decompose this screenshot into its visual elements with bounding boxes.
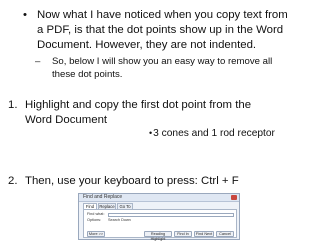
options-value: Search Down bbox=[108, 218, 131, 222]
step-1-line-2: Word Document bbox=[25, 114, 108, 126]
copied-text-snippet: •3 cones and 1 rod receptor bbox=[149, 127, 275, 140]
find-what-input[interactable] bbox=[108, 213, 234, 217]
step-2-number: 2. bbox=[8, 175, 18, 187]
sub-bullet-line-1: So, below I will show you an easy way to… bbox=[52, 56, 273, 67]
step-2-text: Then, use your keyboard to press: Ctrl +… bbox=[25, 175, 239, 187]
find-in-button[interactable]: Find In bbox=[174, 231, 192, 237]
bullet-line-1: Now what I have noticed when you copy te… bbox=[37, 9, 288, 21]
dialog-title: Find and Replace bbox=[83, 194, 123, 200]
find-replace-dialog: Find and Replace Find Replace Go To Find… bbox=[78, 193, 240, 241]
close-icon[interactable] bbox=[231, 195, 237, 200]
reading-highlight-button[interactable]: Reading Highlight bbox=[144, 231, 172, 241]
more-button[interactable]: More >> bbox=[87, 231, 105, 237]
snippet-text: 3 cones and 1 rod receptor bbox=[153, 128, 275, 139]
options-label: Options: bbox=[87, 218, 102, 222]
dialog-title-bar: Find and Replace bbox=[79, 194, 239, 202]
find-what-label: Find what: bbox=[87, 212, 105, 216]
bullet-marker: • bbox=[23, 9, 27, 21]
step-1-number: 1. bbox=[8, 99, 18, 111]
sub-bullet-marker: – bbox=[35, 56, 41, 67]
bullet-line-3: Document. However, they are not indented… bbox=[37, 39, 257, 51]
step-1-line-1: Highlight and copy the first dot point f… bbox=[25, 99, 252, 111]
find-next-button[interactable]: Find Next bbox=[194, 231, 214, 237]
snippet-dot: • bbox=[149, 128, 153, 138]
cancel-button[interactable]: Cancel bbox=[216, 231, 234, 237]
bullet-line-2: a PDF, is that the dot points show up in… bbox=[37, 24, 284, 36]
dialog-panel: Find what: Options: Search Down More >> … bbox=[83, 209, 237, 241]
sub-bullet-line-2: these dot points. bbox=[52, 69, 123, 80]
